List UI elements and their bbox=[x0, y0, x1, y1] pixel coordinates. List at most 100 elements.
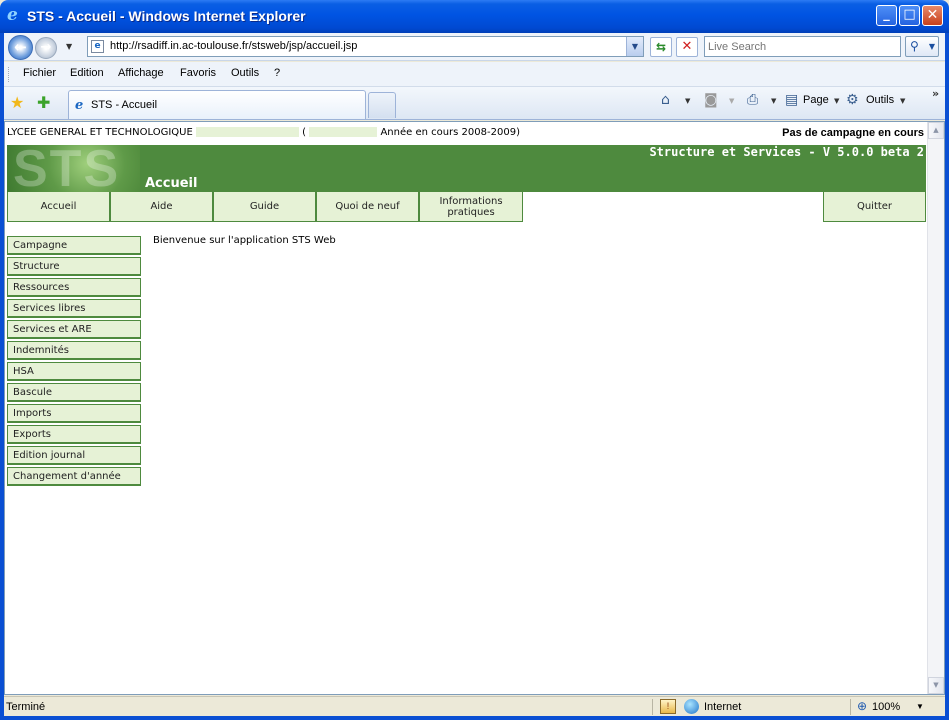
tools-gear-icon: ⚙ bbox=[846, 92, 859, 108]
zoom-icon: ⊕ bbox=[857, 699, 868, 713]
page-menu-icon: ▤ bbox=[785, 92, 799, 108]
side-item-campagne[interactable]: Campagne bbox=[7, 236, 141, 255]
page-icon: e bbox=[91, 40, 104, 53]
tools-dropdown-icon[interactable]: ▼ bbox=[900, 97, 905, 105]
school-type: LYCEE GENERAL ET TECHNOLOGIQUE bbox=[7, 127, 193, 138]
nav-info-line2: pratiques bbox=[447, 206, 495, 218]
minimize-button[interactable]: _ bbox=[876, 5, 897, 26]
campaign-status: Pas de campagne en cours bbox=[782, 127, 924, 139]
scroll-down-button[interactable]: ▼ bbox=[928, 677, 944, 694]
app-banner: STS Accueil Structure et Services - V 5.… bbox=[7, 145, 926, 192]
address-dropdown-button[interactable]: ▼ bbox=[626, 37, 643, 56]
side-menu: Campagne Structure Ressources Services l… bbox=[7, 236, 141, 488]
back-arrow-icon: ← bbox=[14, 38, 27, 56]
side-item-structure[interactable]: Structure bbox=[7, 257, 141, 276]
window-title: STS - Accueil - Windows Internet Explore… bbox=[27, 8, 306, 24]
stop-button[interactable]: ✕ bbox=[676, 37, 698, 57]
logo-text: STS bbox=[13, 145, 121, 192]
open-paren: ( bbox=[302, 127, 307, 138]
security-zone[interactable]: Internet bbox=[704, 701, 741, 713]
back-button[interactable]: ← bbox=[8, 35, 33, 60]
nav-quoi-de-neuf[interactable]: Quoi de neuf bbox=[316, 192, 419, 222]
side-item-services-et-are[interactable]: Services et ARE bbox=[7, 320, 141, 339]
school-info-bar: LYCEE GENERAL ET TECHNOLOGIQUE ( Année e… bbox=[7, 127, 926, 141]
address-toolbar: ← → ▼ e http://rsadiff.in.ac-toulouse.fr… bbox=[4, 33, 945, 61]
welcome-message: Bienvenue sur l'application STS Web bbox=[153, 235, 336, 246]
scroll-up-button[interactable]: ▲ bbox=[928, 122, 944, 139]
tools-menu-button[interactable]: Outils bbox=[866, 94, 894, 106]
print-icon[interactable]: ⎙ bbox=[747, 92, 758, 108]
side-item-imports[interactable]: Imports bbox=[7, 404, 141, 423]
zoom-level[interactable]: 100% bbox=[872, 701, 900, 713]
nav-informations-pratiques[interactable]: Informations pratiques bbox=[419, 192, 523, 222]
close-button[interactable]: ✕ bbox=[922, 5, 943, 26]
side-item-ressources[interactable]: Ressources bbox=[7, 278, 141, 297]
side-item-exports[interactable]: Exports bbox=[7, 425, 141, 444]
menu-fichier[interactable]: Fichier bbox=[23, 67, 56, 79]
feeds-dropdown-icon[interactable]: ▼ bbox=[729, 97, 734, 105]
page-viewport: LYCEE GENERAL ET TECHNOLOGIQUE ( Année e… bbox=[4, 121, 945, 695]
menu-outils[interactable]: Outils bbox=[231, 67, 259, 79]
maximize-button[interactable]: □ bbox=[899, 5, 920, 26]
side-item-edition-journal[interactable]: Edition journal bbox=[7, 446, 141, 465]
zoom-dropdown-icon[interactable]: ▼ bbox=[916, 702, 924, 711]
school-id-redacted bbox=[309, 127, 378, 137]
refresh-button[interactable]: ⇆ bbox=[650, 37, 672, 57]
page-menu-button[interactable]: Page bbox=[803, 94, 829, 106]
side-item-changement-annee[interactable]: Changement d'année bbox=[7, 467, 141, 486]
menu-edition[interactable]: Edition bbox=[70, 67, 104, 79]
menu-bar: Fichier Edition Affichage Favoris Outils… bbox=[4, 62, 945, 87]
nav-accueil[interactable]: Accueil bbox=[7, 192, 110, 222]
tab-toolbar: ★ ✚ e STS - Accueil ⌂ ▼ ◙ ▼ ⎙ ▼ ▤ Page ▼… bbox=[4, 87, 945, 120]
status-text: Terminé bbox=[6, 701, 46, 713]
add-favorite-icon[interactable]: ✚ bbox=[37, 93, 50, 112]
status-separator bbox=[652, 699, 653, 715]
window-titlebar[interactable]: e STS - Accueil - Windows Internet Explo… bbox=[0, 0, 949, 33]
year-info: Année en cours 2008-2009) bbox=[380, 127, 520, 138]
search-icon: ⚲ bbox=[910, 39, 919, 53]
address-field[interactable]: e http://rsadiff.in.ac-toulouse.fr/stswe… bbox=[87, 36, 644, 57]
top-navigation: Accueil Aide Guide Quoi de neuf Informat… bbox=[7, 192, 926, 222]
menu-affichage[interactable]: Affichage bbox=[118, 67, 164, 79]
nav-quitter[interactable]: Quitter bbox=[823, 192, 926, 222]
side-item-bascule[interactable]: Bascule bbox=[7, 383, 141, 402]
nav-aide[interactable]: Aide bbox=[110, 192, 213, 222]
side-item-hsa[interactable]: HSA bbox=[7, 362, 141, 381]
print-dropdown-icon[interactable]: ▼ bbox=[771, 97, 776, 105]
side-item-indemnites[interactable]: Indemnités bbox=[7, 341, 141, 360]
vertical-scrollbar[interactable]: ▲ ▼ bbox=[927, 122, 944, 694]
new-tab-button[interactable] bbox=[368, 92, 396, 118]
tab-sts-accueil[interactable]: e STS - Accueil bbox=[68, 90, 366, 119]
chevron-more-icon[interactable]: » bbox=[932, 87, 939, 100]
favorites-star-icon[interactable]: ★ bbox=[10, 93, 24, 112]
stop-icon: ✕ bbox=[681, 39, 693, 54]
status-separator bbox=[850, 699, 851, 715]
sts-page: LYCEE GENERAL ET TECHNOLOGIQUE ( Année e… bbox=[5, 122, 928, 694]
tab-page-icon: e bbox=[75, 98, 84, 113]
nav-info-line1: Informations bbox=[439, 195, 503, 207]
home-icon[interactable]: ⌂ bbox=[661, 92, 670, 108]
menu-favoris[interactable]: Favoris bbox=[180, 67, 216, 79]
ie-logo-icon: e bbox=[7, 5, 18, 25]
search-input[interactable] bbox=[708, 38, 898, 56]
history-dropdown-icon[interactable]: ▼ bbox=[66, 42, 72, 51]
side-item-services-libres[interactable]: Services libres bbox=[7, 299, 141, 318]
page-title: Accueil bbox=[145, 176, 198, 191]
feeds-icon[interactable]: ◙ bbox=[704, 92, 718, 108]
protected-mode-icon[interactable]: ! bbox=[660, 699, 676, 714]
toolbar-grip[interactable] bbox=[8, 67, 10, 82]
search-options-dropdown-icon[interactable]: ▼ bbox=[929, 37, 935, 56]
home-dropdown-icon[interactable]: ▼ bbox=[685, 97, 690, 105]
search-button[interactable]: ⚲ ▼ bbox=[905, 36, 939, 57]
forward-button[interactable]: → bbox=[35, 37, 57, 59]
url-text[interactable]: http://rsadiff.in.ac-toulouse.fr/stsweb/… bbox=[110, 40, 357, 52]
app-version: Structure et Services - V 5.0.0 beta 2 bbox=[649, 145, 924, 159]
refresh-icon: ⇆ bbox=[655, 40, 667, 54]
page-dropdown-icon[interactable]: ▼ bbox=[834, 97, 839, 105]
school-name-redacted bbox=[195, 127, 299, 137]
forward-arrow-icon: → bbox=[40, 40, 52, 55]
nav-guide[interactable]: Guide bbox=[213, 192, 316, 222]
internet-zone-icon bbox=[684, 699, 699, 714]
search-field[interactable] bbox=[704, 36, 901, 57]
menu-help[interactable]: ? bbox=[274, 67, 280, 79]
